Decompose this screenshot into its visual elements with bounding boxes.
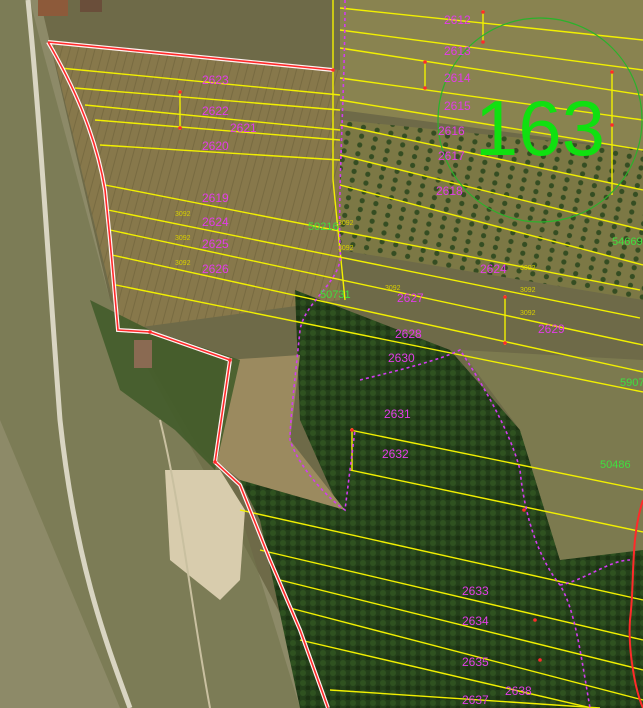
- small-code: 3092: [338, 220, 354, 227]
- parcel-label: 2637: [462, 693, 489, 707]
- small-code: 3092: [175, 235, 191, 242]
- parcel-id: 50486: [600, 459, 631, 471]
- parcel-label: 2626: [202, 262, 229, 276]
- building: [38, 0, 68, 16]
- parcel-label: 2612: [444, 13, 471, 27]
- parcel-label: 2634: [462, 614, 489, 628]
- parcel-label: 2628: [395, 327, 422, 341]
- parcel-id: 50216: [308, 221, 339, 233]
- parcel-label: 2613: [444, 44, 471, 58]
- parcel-label: 2616: [438, 124, 465, 138]
- parcel-label: 2638: [505, 684, 532, 698]
- parcel-label: 2621: [230, 121, 257, 135]
- parcel-label: 2632: [382, 447, 409, 461]
- cadastral-map[interactable]: 163 2612 2613 2614 2615 2616 2617 2618 2…: [0, 0, 643, 708]
- small-code: 3092: [520, 310, 536, 317]
- parcel-label: 2618: [436, 184, 463, 198]
- parcel-label: 2624: [480, 262, 507, 276]
- parcel-label: 2631: [384, 407, 411, 421]
- parcel-label: 2630: [388, 351, 415, 365]
- small-code: 3092: [520, 265, 536, 272]
- small-code: 3092: [520, 287, 536, 294]
- map-canvas[interactable]: 163 2612 2613 2614 2615 2616 2617 2618 2…: [0, 0, 643, 708]
- parcel-label: 2633: [462, 584, 489, 598]
- small-code: 3092: [338, 245, 354, 252]
- small-code: 3092: [175, 260, 191, 267]
- parcel-label: 2623: [202, 73, 229, 87]
- parcel-label: 2635: [462, 655, 489, 669]
- parcel-label: 2615: [444, 99, 471, 113]
- sheet-number: 163: [475, 84, 605, 172]
- parcel-label: 2614: [444, 71, 471, 85]
- parcel-label: 2629: [538, 322, 565, 336]
- parcel-label: 2622: [202, 104, 229, 118]
- parcel-label: 2620: [202, 139, 229, 153]
- parcel-id: 59071: [620, 377, 643, 389]
- parcel-label: 2619: [202, 191, 229, 205]
- small-code: 3092: [385, 285, 401, 292]
- parcel-label: 2617: [438, 149, 465, 163]
- parcel-label: 2624: [202, 215, 229, 229]
- parcel-id: 54669: [612, 236, 643, 248]
- parcel-label: 2627: [397, 291, 424, 305]
- building: [80, 0, 102, 12]
- parcel-id: 50731: [320, 289, 351, 301]
- building: [134, 340, 152, 368]
- parcel-label: 2625: [202, 237, 229, 251]
- small-code: 3092: [175, 211, 191, 218]
